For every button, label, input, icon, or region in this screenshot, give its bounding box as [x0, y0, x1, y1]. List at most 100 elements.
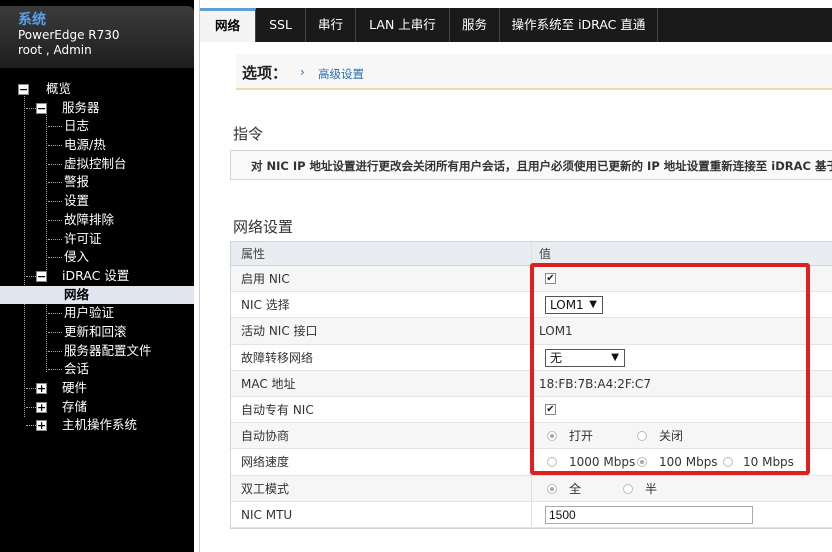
advanced-settings-link[interactable]: 高级设置 [318, 66, 364, 82]
collapse-icon[interactable]: − [36, 270, 47, 282]
tree-item-power-thermal[interactable]: 电源/热 [0, 136, 194, 155]
tab-network[interactable]: 网络 [200, 8, 256, 42]
column-divider [531, 266, 532, 292]
row-label: NIC 选择 [241, 298, 290, 313]
duplex-half-radio[interactable] [623, 483, 633, 494]
speed-1000-radio[interactable] [547, 457, 557, 468]
collapse-icon[interactable]: − [36, 102, 47, 114]
tree-item-licenses[interactable]: 许可证 [0, 230, 194, 249]
tree-connector [48, 238, 62, 240]
tree-item-label: 许可证 [64, 230, 102, 246]
tree-item-sessions[interactable]: 会话 [0, 360, 194, 379]
table-row: NIC 选择 LOM1 ▼ [231, 292, 832, 319]
tree-item-storage[interactable]: + 存储 [0, 398, 194, 417]
tree-item-label: 侵入 [64, 249, 90, 265]
column-divider [531, 449, 532, 475]
tree-item-label: 概览 [46, 81, 72, 96]
auto-negotiate-on-radio[interactable] [547, 431, 557, 442]
tree-item-virtual-console[interactable]: 虚拟控制台 [0, 155, 194, 174]
dropdown-arrow-icon: ▼ [589, 299, 597, 311]
table-row: 启用 NIC ✔ [231, 266, 832, 293]
speed-10-radio[interactable] [723, 457, 733, 468]
column-divider [531, 344, 532, 370]
duplex-full-radio[interactable] [547, 483, 557, 494]
dropdown-arrow-icon: ▼ [611, 351, 619, 363]
tab-os-to-idrac-passthrough[interactable]: 操作系统至 iDRAC 直通 [500, 8, 658, 42]
tree-item-label: 日志 [64, 118, 90, 134]
tree-item-intrusion[interactable]: 侵入 [0, 248, 194, 267]
auto-negotiate-off-radio[interactable] [637, 431, 647, 442]
tab-ssl[interactable]: SSL [256, 8, 306, 42]
chevron-right-icon: › [300, 65, 305, 79]
expand-icon[interactable]: + [36, 383, 47, 394]
tree-connector [48, 369, 62, 371]
tree-item-troubleshooting[interactable]: 故障排除 [0, 211, 194, 230]
radio-label: 1000 Mbps [569, 455, 636, 470]
auto-dedicated-nic-checkbox[interactable]: ✔ [545, 403, 556, 415]
tree-item-network[interactable]: 网络 [0, 285, 194, 305]
header-value: 值 [539, 247, 552, 261]
tree-item-label: 警报 [64, 174, 90, 190]
tree-item-hardware[interactable]: + 硬件 [0, 379, 194, 398]
selected-value: LOM1 [550, 298, 584, 313]
row-label: NIC MTU [241, 507, 293, 522]
table-row: 自动专有 NIC ✔ [231, 396, 832, 424]
tree-item-overview[interactable]: − 概览 [0, 80, 194, 99]
tree-item-logs[interactable]: 日志 [0, 117, 194, 136]
tree-item-label: 网络 [64, 286, 90, 302]
mac-address-value: 18:FB:7B:A4:2F:C7 [539, 376, 651, 391]
tree-item-label: 服务器 [62, 99, 100, 115]
failover-network-dropdown[interactable]: 无 ▼ [545, 348, 625, 367]
row-label: MAC 地址 [241, 376, 296, 391]
options-bar: 选项： › 高级设置 [236, 54, 832, 90]
tree-item-idrac-settings[interactable]: − iDRAC 设置 [0, 267, 194, 286]
tab-serial[interactable]: 串行 [306, 8, 356, 42]
row-label: 网络速度 [241, 455, 290, 470]
system-title[interactable]: 系统 [18, 12, 194, 28]
current-user: root , Admin [18, 43, 92, 57]
tree-connector [48, 163, 62, 165]
tree-connector [48, 350, 62, 352]
server-model: PowerEdge R730 [18, 28, 120, 42]
collapse-icon[interactable]: − [18, 84, 29, 95]
tree-item-label: 设置 [64, 193, 90, 209]
nic-mtu-input[interactable] [545, 505, 753, 524]
header-attribute: 属性 [241, 247, 266, 261]
tab-serial-over-lan[interactable]: LAN 上串行 [356, 8, 450, 42]
radio-label: 打开 [569, 429, 594, 444]
tree-connector [48, 257, 62, 259]
tree-item-label: 存储 [62, 398, 88, 414]
tree-item-label: 虚拟控制台 [64, 155, 127, 171]
speed-100-radio[interactable] [637, 457, 647, 468]
column-divider [531, 423, 532, 449]
column-divider [531, 475, 532, 501]
tree-item-server-profile[interactable]: 服务器配置文件 [0, 342, 194, 361]
idrac-window: 系统 PowerEdge R730 root , Admin − 概览 − 服务… [0, 0, 832, 552]
tree-item-host-os[interactable]: + 主机操作系统 [0, 416, 194, 435]
nic-select-dropdown[interactable]: LOM1 ▼ [545, 296, 603, 315]
tree-item-alerts[interactable]: 警报 [0, 173, 194, 192]
expand-icon[interactable]: + [36, 420, 47, 432]
row-label: 活动 NIC 接口 [241, 324, 318, 339]
enable-nic-checkbox[interactable]: ✔ [545, 273, 556, 284]
row-label: 故障转移网络 [241, 350, 314, 365]
tree-connector [48, 182, 62, 184]
tree-item-user-auth[interactable]: 用户验证 [0, 304, 194, 323]
row-label: 启用 NIC [241, 272, 290, 286]
row-label: 双工模式 [241, 481, 290, 496]
tree-item-setup[interactable]: 设置 [0, 192, 194, 211]
tree-connector [48, 219, 62, 221]
selected-value: 无 [550, 350, 563, 365]
tree-item-label: iDRAC 设置 [62, 267, 130, 283]
network-settings-title: 网络设置 [233, 218, 294, 236]
tree-item-label: 用户验证 [64, 305, 115, 321]
expand-icon[interactable]: + [36, 401, 47, 413]
tree-item-label: 故障排除 [64, 211, 115, 227]
table-row: 故障转移网络 无 ▼ [231, 344, 832, 371]
radio-label: 关闭 [659, 429, 684, 444]
tab-bar: 网络 SSL 串行 LAN 上串行 服务 操作系统至 iDRAC 直通 [200, 8, 832, 42]
options-label: 选项： [242, 64, 288, 82]
tree-item-server[interactable]: − 服务器 [0, 99, 194, 118]
tree-item-update-rollback[interactable]: 更新和回滚 [0, 323, 194, 342]
tab-services[interactable]: 服务 [450, 8, 500, 42]
